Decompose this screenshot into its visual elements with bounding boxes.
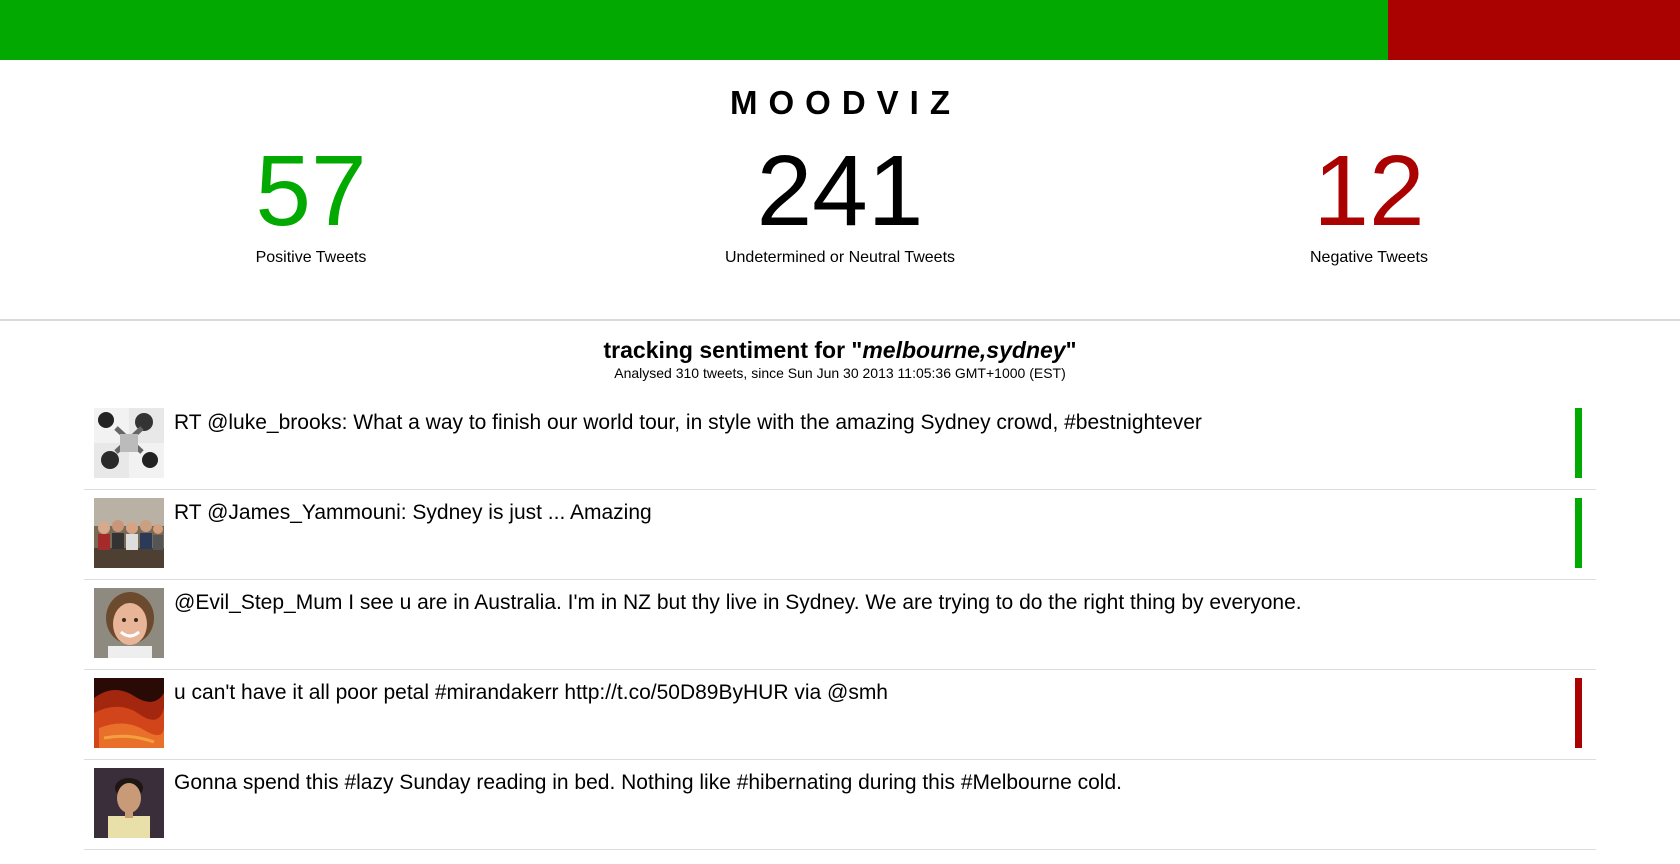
positive-stat: 57 Positive Tweets — [131, 123, 491, 267]
neutral-stat: 241 Undetermined or Neutral Tweets — [660, 123, 1020, 267]
stats-panel: 57 Positive Tweets 241 Undetermined or N… — [0, 123, 1680, 323]
negative-label: Negative Tweets — [1310, 249, 1428, 266]
sentiment-ratio-bar — [0, 0, 1680, 60]
tweet-list: RT @luke_brooks: What a way to finish ou… — [84, 400, 1596, 850]
negative-ratio-segment — [1388, 0, 1680, 60]
tweet-text: u can't have it all poor petal #mirandak… — [174, 681, 888, 704]
negative-sentiment-marker — [1575, 678, 1582, 748]
tweet-item: @Evil_Step_Mum I see u are in Australia.… — [84, 580, 1596, 670]
app-logo: MOODVIZ — [730, 84, 961, 121]
tracking-summary: Analysed 310 tweets, since Sun Jun 30 20… — [614, 365, 1066, 381]
red-hair-avatar-icon[interactable] — [94, 678, 164, 748]
tweet-text: @Evil_Step_Mum I see u are in Australia.… — [174, 591, 1302, 614]
positive-sentiment-marker — [1575, 498, 1582, 568]
negative-count: 12 — [1313, 135, 1425, 247]
group-photo-avatar-icon[interactable] — [94, 498, 164, 568]
tracking-query: melbourne,sydney — [862, 337, 1066, 363]
tweet-item: u can't have it all poor petal #mirandak… — [84, 670, 1596, 760]
tracking-suffix: " — [1065, 337, 1077, 363]
positive-label: Positive Tweets — [255, 249, 367, 266]
tweet-item: RT @James_Yammouni: Sydney is just ... A… — [84, 490, 1596, 580]
bw-hands-avatar-icon[interactable] — [94, 408, 164, 478]
tracking-header: tracking sentiment for "melbourne,sydney… — [0, 336, 1680, 382]
man-portrait-avatar-icon[interactable] — [94, 768, 164, 838]
smiling-woman-avatar-icon[interactable] — [94, 588, 164, 658]
tweet-item: Gonna spend this #lazy Sunday reading in… — [84, 760, 1596, 850]
tracking-prefix: tracking sentiment for " — [603, 337, 863, 363]
tweet-text: RT @James_Yammouni: Sydney is just ... A… — [174, 501, 652, 524]
tracking-title: tracking sentiment for "melbourne,sydney… — [0, 336, 1680, 364]
positive-sentiment-marker — [1575, 408, 1582, 478]
negative-stat: 12 Negative Tweets — [1189, 123, 1549, 267]
tweet-item: RT @luke_brooks: What a way to finish ou… — [84, 400, 1596, 490]
neutral-label: Undetermined or Neutral Tweets — [724, 249, 956, 266]
tweet-text: Gonna spend this #lazy Sunday reading in… — [174, 771, 1122, 794]
positive-count: 57 — [255, 135, 367, 247]
neutral-count: 241 — [756, 135, 924, 247]
tweet-text: RT @luke_brooks: What a way to finish ou… — [174, 411, 1202, 434]
positive-ratio-segment — [0, 0, 1388, 60]
section-divider — [0, 319, 1680, 321]
